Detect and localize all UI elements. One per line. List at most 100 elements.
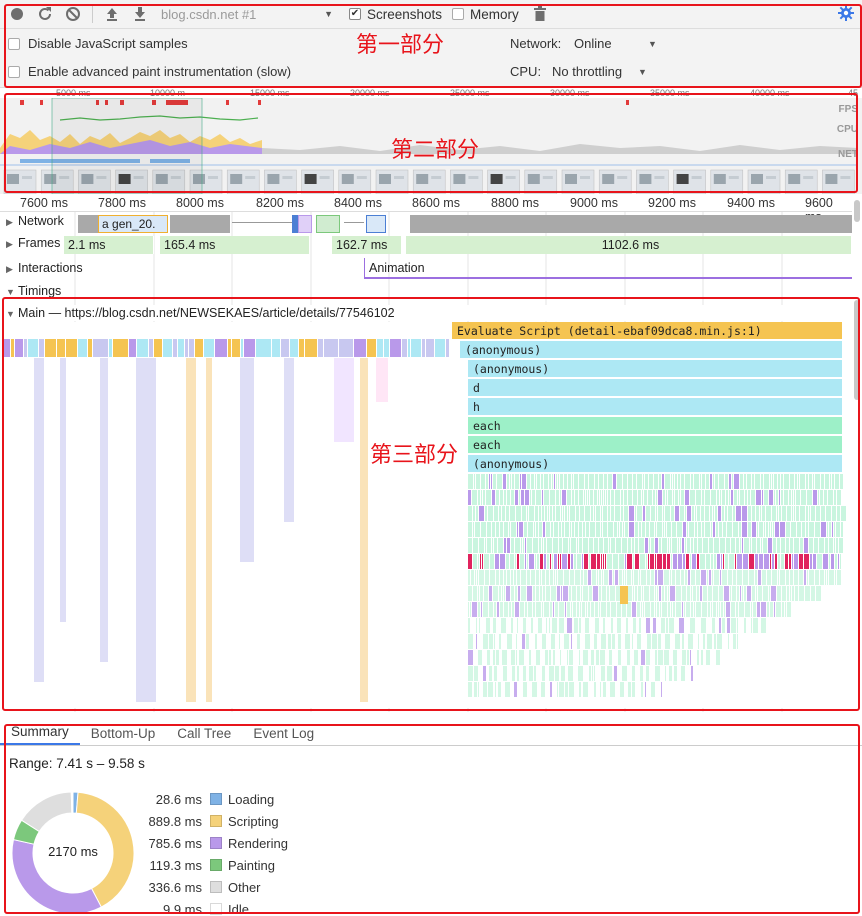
flame-event[interactable] [687,650,689,665]
flame-event[interactable] [841,506,846,521]
flame-event[interactable] [665,634,670,649]
flame-event[interactable] [479,618,480,633]
flame-event[interactable] [627,650,630,665]
flame-event[interactable] [772,554,774,569]
flame-event[interactable] [646,506,650,521]
flame-event[interactable] [597,570,598,585]
flame-event[interactable] [468,634,473,649]
flame-event[interactable] [619,570,622,585]
flame-event[interactable] [502,586,503,601]
flame-event[interactable] [599,570,601,585]
flame-event[interactable] [768,538,772,553]
flame-event[interactable] [496,490,499,505]
flame-event[interactable] [755,570,757,585]
network-request[interactable]: a gen_20. [98,215,168,233]
flame-event[interactable] [838,554,839,569]
flame-event[interactable] [637,474,642,489]
flame-event[interactable] [682,650,686,665]
flame-event[interactable] [794,554,798,569]
flame-event[interactable] [819,538,824,553]
flame-event[interactable] [591,554,596,569]
flame-event[interactable] [545,506,547,521]
flame-event[interactable] [805,586,810,601]
flame-event[interactable] [594,666,595,681]
flame-event[interactable] [657,586,658,601]
flame-event[interactable] [615,490,620,505]
flame-event[interactable] [637,634,641,649]
flame-event[interactable] [736,506,741,521]
flame-event[interactable] [668,586,669,601]
flame-event[interactable] [468,618,470,633]
flame-event[interactable] [646,522,649,537]
flame-event[interactable] [536,522,538,537]
flame-event[interactable] [609,650,612,665]
flame-event[interactable] [737,586,739,601]
flame-event[interactable] [775,522,779,537]
flame-event[interactable] [527,586,532,601]
flame-event[interactable] [504,538,506,553]
flame-event[interactable] [585,634,590,649]
flame-event[interactable] [676,570,680,585]
flame-event[interactable] [658,634,661,649]
flame-event[interactable] [661,618,665,633]
flame-event[interactable] [544,474,548,489]
tab-summary[interactable]: Summary [0,721,80,745]
flame-event[interactable] [711,554,713,569]
flame-event[interactable] [318,339,323,357]
flame-event[interactable] [744,618,746,633]
flame-event[interactable] [719,474,724,489]
flame-event[interactable] [515,586,517,601]
flame-event[interactable] [560,650,561,665]
flame-event[interactable] [811,586,815,601]
flame-event[interactable] [714,570,719,585]
flame-event[interactable] [590,522,595,537]
flame-event[interactable] [627,554,632,569]
main-track-header[interactable]: ▼ Main — https://blog.csdn.net/NEWSEKAES/… [0,305,852,321]
flame-event[interactable] [620,586,628,604]
flame-event[interactable] [639,570,640,585]
flame-event[interactable] [497,602,499,617]
flame-event[interactable] [700,586,702,601]
flame-event[interactable] [535,474,536,489]
flame-event[interactable] [554,570,555,585]
flame-event[interactable] [628,682,631,697]
function-call-bar[interactable]: (anonymous) [460,341,842,359]
flame-event[interactable] [780,570,785,585]
flame-event[interactable] [526,634,529,649]
flame-event[interactable] [491,474,492,489]
flame-event[interactable] [706,554,710,569]
flame-event[interactable] [756,490,761,505]
flame-event[interactable] [548,506,549,521]
flame-event[interactable] [512,602,514,617]
flame-event[interactable] [486,618,490,633]
flame-event[interactable] [604,538,608,553]
flame-event[interactable] [581,586,582,601]
flame-event[interactable] [725,554,728,569]
flame-event[interactable] [690,554,691,569]
flame-event[interactable] [633,554,634,569]
flame-event[interactable] [761,474,763,489]
flame-event[interactable] [408,339,410,357]
flame-event[interactable] [547,538,552,553]
flame-event[interactable] [476,634,477,649]
flame-event[interactable] [792,586,794,601]
flame-event[interactable] [647,634,651,649]
flame-event[interactable] [515,602,519,617]
flame-event[interactable] [562,554,567,569]
flame-event[interactable] [623,570,624,585]
flame-event[interactable] [769,490,773,505]
flame-scrollbar[interactable] [854,300,860,400]
load-profile-button[interactable] [101,3,123,25]
flame-event[interactable] [671,554,672,569]
flame-event[interactable] [558,474,559,489]
flame-event[interactable] [551,634,555,649]
flame-event[interactable] [93,339,108,357]
flame-event[interactable] [702,474,705,489]
flame-event[interactable] [676,602,681,617]
flame-event[interactable] [584,490,585,505]
flame-event[interactable] [504,602,508,617]
flame-event[interactable] [735,554,736,569]
flame-event[interactable] [499,506,501,521]
flame-event[interactable] [623,522,624,537]
evaluate-script-bar[interactable]: Evaluate Script (detail-ebaf09dca8.min.j… [452,322,842,340]
